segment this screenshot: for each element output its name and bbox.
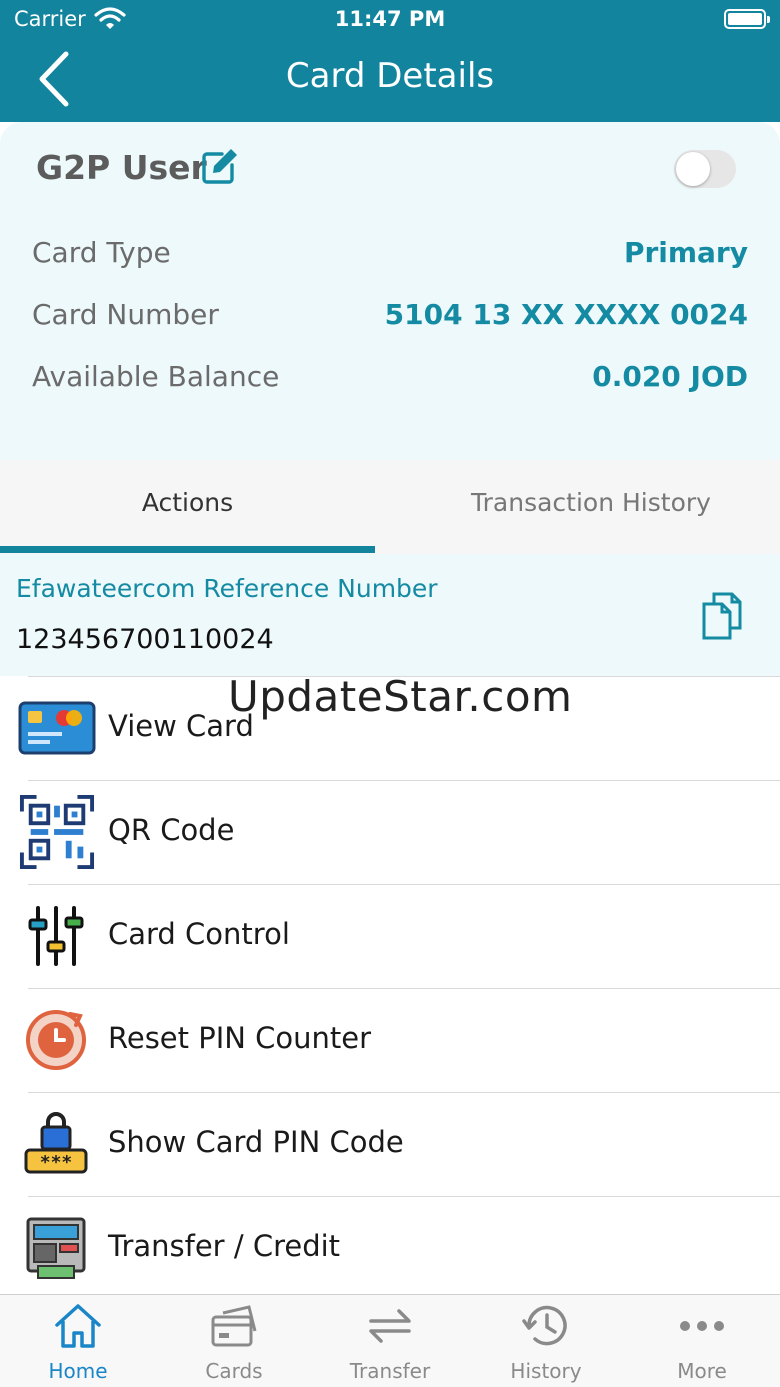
battery-icon	[724, 9, 770, 29]
tabbar-label: Home	[48, 1359, 108, 1383]
action-label: Transfer / Credit	[108, 1229, 341, 1263]
reference-number-value: 123456700110024	[16, 624, 274, 655]
divider	[28, 1196, 780, 1197]
sliders-icon	[28, 906, 84, 966]
credit-card-icon	[18, 701, 96, 755]
page-title: Card Details	[285, 56, 495, 96]
status-bar: Carrier 11:47 PM	[0, 0, 780, 40]
atm-machine-icon	[26, 1217, 86, 1279]
pin-lock-icon: ***	[24, 1112, 88, 1174]
divider	[28, 780, 780, 781]
tabbar-home[interactable]: Home	[0, 1295, 156, 1387]
card-type-label: Card Type	[32, 236, 171, 269]
watermark-text: UpdateStar.com	[228, 672, 573, 721]
card-number-label: Card Number	[32, 298, 219, 331]
copy-icon[interactable]	[700, 592, 744, 640]
action-label: Show Card PIN Code	[108, 1125, 404, 1159]
home-icon	[55, 1304, 101, 1348]
reference-number-section: Efawateercom Reference Number 1234567001…	[0, 554, 780, 676]
tab-transaction-history[interactable]: Transaction History	[402, 460, 780, 554]
card-holder-name: G2P User	[36, 148, 207, 187]
tabbar-transfer[interactable]: Transfer	[312, 1295, 468, 1387]
available-balance-value: 0.020 JOD	[592, 360, 748, 393]
action-show-card-pin-code[interactable]: *** Show Card PIN Code	[0, 1092, 780, 1196]
svg-text:***: ***	[40, 1152, 73, 1173]
tab-actions[interactable]: Actions	[0, 460, 375, 554]
history-clock-icon	[522, 1305, 567, 1346]
card-number-value: 5104 13 XX XXXX 0024	[384, 298, 748, 331]
tabbar-label: Cards	[205, 1359, 263, 1383]
tabbar-cards[interactable]: Cards	[156, 1295, 312, 1387]
bottom-tab-bar: Home Cards Transfer History More	[0, 1294, 780, 1387]
divider	[28, 884, 780, 885]
transfer-arrows-icon	[369, 1309, 411, 1343]
action-label: Reset PIN Counter	[108, 1021, 372, 1055]
action-reset-pin-counter[interactable]: Reset PIN Counter	[0, 988, 780, 1092]
divider	[28, 1092, 780, 1093]
tabbar-more[interactable]: More	[624, 1295, 780, 1387]
status-time: 11:47 PM	[334, 7, 446, 31]
reference-number-label: Efawateercom Reference Number	[16, 574, 438, 603]
segmented-tabs: Actions Transaction History	[0, 460, 780, 554]
available-balance-label: Available Balance	[32, 360, 280, 393]
top-bar: Carrier 11:47 PM Card Details	[0, 0, 780, 122]
action-label: Card Control	[108, 917, 290, 951]
active-tab-indicator	[0, 546, 375, 553]
action-transfer-credit[interactable]: Transfer / Credit	[0, 1196, 780, 1300]
more-dots-icon	[680, 1321, 724, 1331]
reset-counter-icon	[26, 1010, 86, 1070]
qr-code-icon	[19, 794, 95, 870]
action-label: QR Code	[108, 813, 235, 847]
card-toggle-switch[interactable]	[674, 150, 736, 188]
divider	[28, 988, 780, 989]
card-type-value: Primary	[623, 236, 748, 269]
card-info-panel: G2P User Card Type Primary Card Number 5…	[0, 122, 780, 460]
cards-icon	[211, 1305, 257, 1347]
tabbar-label: Transfer	[349, 1359, 431, 1383]
edit-icon[interactable]	[200, 146, 240, 186]
tabbar-history[interactable]: History	[468, 1295, 624, 1387]
action-qr-code[interactable]: QR Code	[0, 780, 780, 884]
tabbar-label: History	[510, 1359, 582, 1383]
tabbar-label: More	[677, 1359, 727, 1383]
action-card-control[interactable]: Card Control	[0, 884, 780, 988]
